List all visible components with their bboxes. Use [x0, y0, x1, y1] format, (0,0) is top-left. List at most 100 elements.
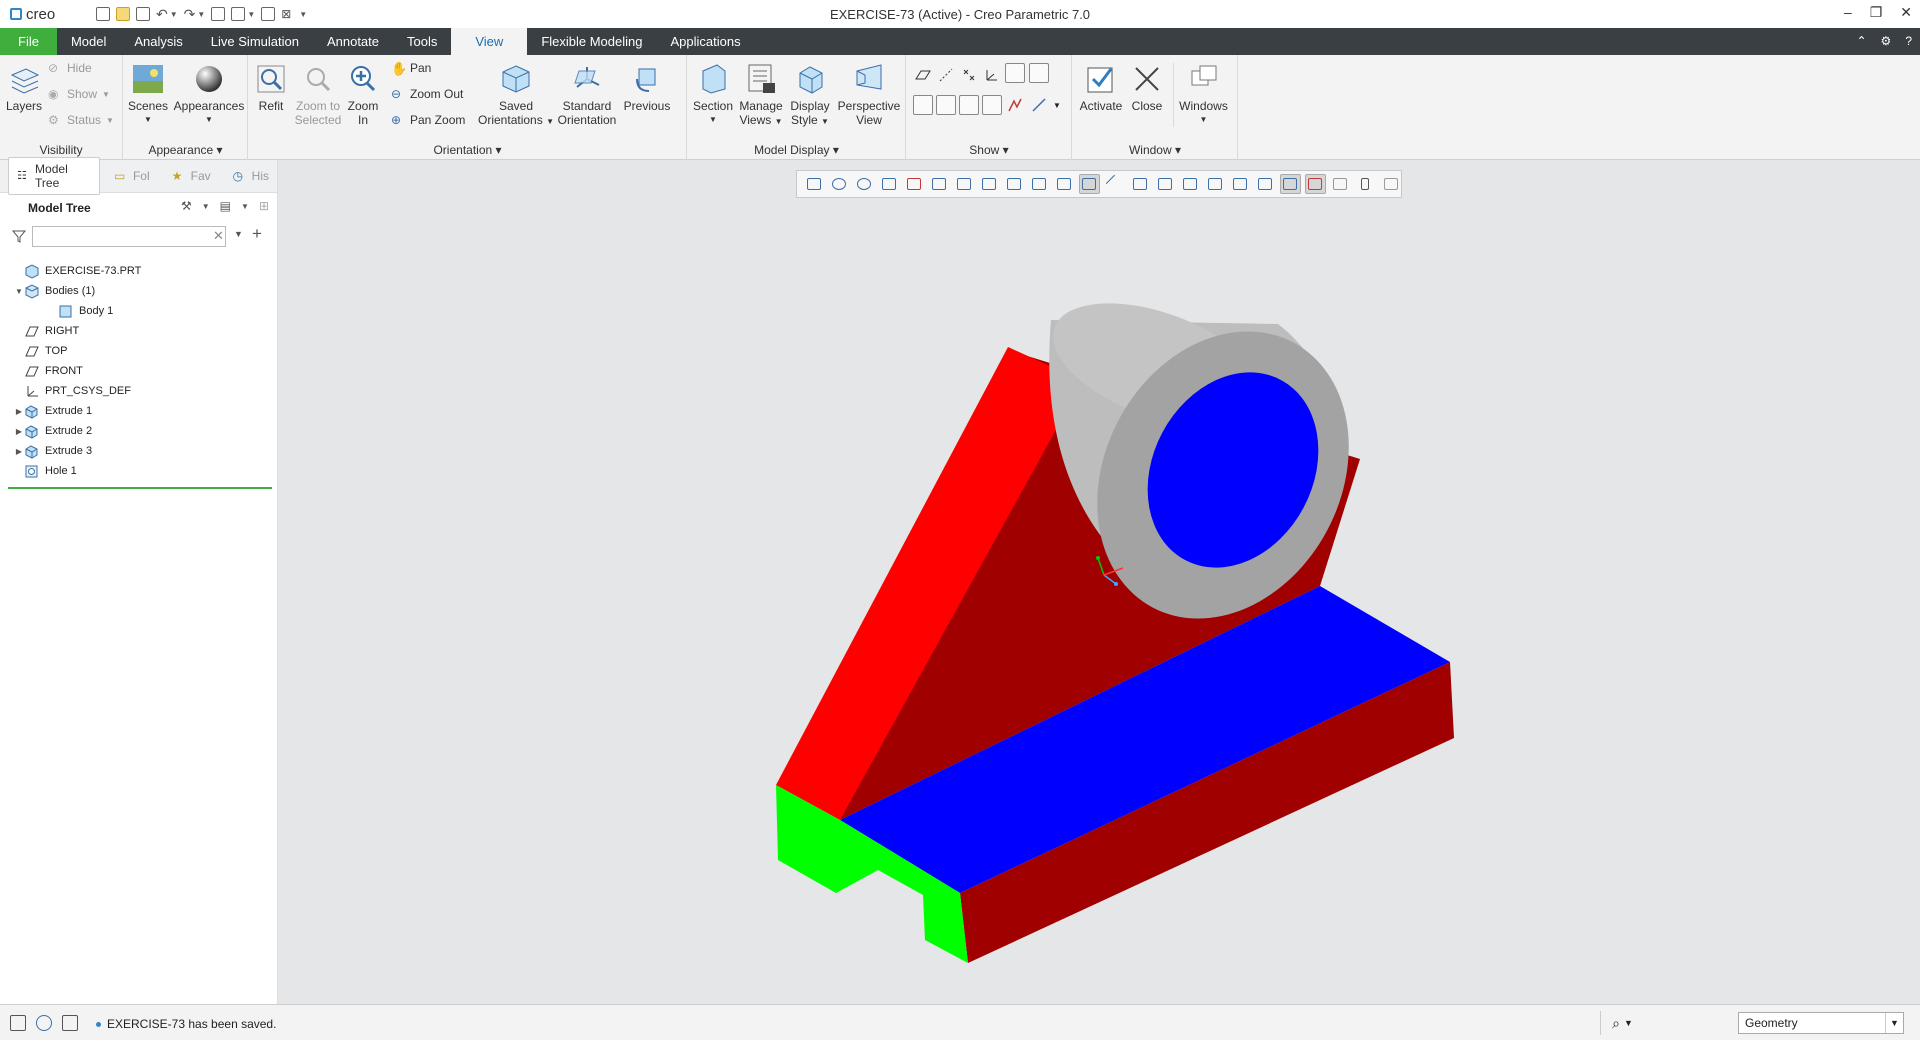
tab-view[interactable]: View [451, 28, 528, 55]
display-style-button[interactable]: Display Style ▼ [786, 63, 834, 129]
clear-search-icon[interactable]: ✕ [213, 228, 224, 244]
toggle-browser-icon[interactable] [36, 1015, 52, 1031]
activate-button[interactable]: Activate [1077, 63, 1125, 113]
regenerate-icon[interactable] [211, 7, 226, 21]
zoom-in-button[interactable]: Zoom In [345, 63, 381, 127]
annotation-display-icon[interactable] [982, 95, 1002, 115]
tree-columns-dropdown-icon[interactable]: ▼ [241, 202, 249, 213]
tree-node[interactable]: ▶ Extrude 3 [0, 441, 277, 461]
3d-part-model[interactable] [278, 160, 1920, 1004]
tree-node[interactable]: ▶ Extrude 2 [0, 421, 277, 441]
toggle-navigator-icon[interactable] [10, 1015, 26, 1031]
tree-filters-icon[interactable]: ⊞ [259, 199, 269, 213]
axis-display-icon[interactable] [936, 65, 956, 85]
manage-views-button[interactable]: Manage Views ▼ [736, 63, 786, 129]
graphics-window[interactable] [278, 160, 1920, 1004]
section-button[interactable]: Section ▼ [692, 63, 734, 127]
windows-icon[interactable] [231, 7, 246, 21]
plane-display-icon[interactable] [913, 65, 933, 85]
save-icon[interactable] [136, 7, 150, 21]
point-tag-display-icon[interactable] [936, 95, 956, 115]
find-button[interactable]: ⌕ ▼ [1600, 1011, 1644, 1035]
tab-tools[interactable]: Tools [393, 28, 451, 55]
tab-favorites[interactable]: ★ Fav [164, 165, 219, 187]
orientation-group-label[interactable]: Orientation ▾ [249, 143, 686, 157]
csys-tag-display-icon[interactable] [959, 95, 979, 115]
pan-button[interactable]: ✋ Pan [391, 61, 431, 76]
csys-display-icon[interactable] [982, 65, 1002, 85]
appearances-button[interactable]: Appearances ▼ [172, 63, 246, 127]
tab-model[interactable]: Model [57, 28, 120, 55]
axis-tag-display-icon[interactable] [1029, 63, 1049, 83]
tree-node[interactable]: EXERCISE-73.PRT [0, 261, 277, 281]
undo-dropdown-icon[interactable]: ▼ [170, 10, 178, 19]
open-folder-icon[interactable] [116, 7, 130, 21]
tree-columns-icon[interactable]: ▤ [220, 199, 231, 213]
tab-model-tree[interactable]: ☷ Model Tree [8, 157, 100, 195]
expand-toggle-icon[interactable]: ▶ [14, 407, 24, 416]
saved-orientations-button[interactable]: Saved Orientations ▼ [477, 63, 555, 129]
tab-annotate[interactable]: Annotate [313, 28, 393, 55]
zoom-to-selected-button[interactable]: Zoom to Selected [291, 63, 345, 127]
point-display-icon[interactable] [959, 65, 979, 85]
full-screen-icon[interactable] [62, 1015, 78, 1031]
perspective-view-button[interactable]: Perspective View [836, 63, 902, 127]
tree-node[interactable]: ▼ Bodies (1) [0, 281, 277, 301]
restore-icon[interactable]: ❐ [1870, 4, 1883, 21]
close-button[interactable]: Close [1127, 63, 1167, 113]
pan-zoom-button[interactable]: ⊕ Pan Zoom [391, 113, 465, 127]
tree-node[interactable]: Hole 1 [0, 461, 277, 481]
settings-gear-icon[interactable]: ⚙ [1881, 34, 1892, 48]
tab-analysis[interactable]: Analysis [120, 28, 196, 55]
model-display-group-label[interactable]: Model Display ▾ [688, 143, 905, 157]
plane-tag-display-icon[interactable] [1005, 63, 1025, 83]
show-more-dropdown-icon[interactable]: ▼ [1053, 101, 1061, 110]
expand-toggle-icon[interactable]: ▶ [14, 447, 24, 456]
3d-notes-display-icon[interactable] [1005, 95, 1025, 115]
status-button[interactable]: ⚙ Status ▼ [48, 113, 114, 127]
show-group-label[interactable]: Show ▾ [907, 143, 1071, 157]
close-icon[interactable]: ✕ [1900, 4, 1912, 21]
search-dropdown-icon[interactable]: ▼ [234, 229, 243, 239]
expand-toggle-icon[interactable]: ▶ [14, 427, 24, 436]
tree-settings-dropdown-icon[interactable]: ▼ [202, 202, 210, 213]
tree-node[interactable]: TOP [0, 341, 277, 361]
tab-flexible-modeling[interactable]: Flexible Modeling [527, 28, 656, 55]
tab-folder-browser[interactable]: ▭ Fol [106, 165, 158, 187]
tab-history[interactable]: ◷ His [225, 165, 277, 187]
tree-search-input[interactable] [32, 226, 226, 247]
minimize-ribbon-icon[interactable]: ⌃ [1856, 34, 1866, 48]
tree-node[interactable]: FRONT [0, 361, 277, 381]
hide-button[interactable]: ⊘ Hide [48, 61, 92, 75]
appearance-group-label[interactable]: Appearance ▾ [124, 143, 247, 157]
close-window-icon[interactable]: ⊠ [281, 7, 291, 21]
spin-center-icon[interactable] [913, 95, 933, 115]
windows-dropdown-icon[interactable]: ▼ [247, 10, 255, 19]
undo-icon[interactable]: ↶ [156, 6, 168, 23]
windows-button[interactable]: Windows ▼ [1173, 63, 1233, 127]
selection-filter-select[interactable]: Geometry ▼ [1738, 1012, 1904, 1034]
layers-button[interactable]: Layers [4, 63, 44, 113]
tree-settings-icon[interactable]: ⚒ [181, 199, 192, 213]
open-window-icon[interactable] [261, 7, 276, 21]
redo-icon[interactable]: ↷ [184, 6, 196, 23]
refit-button[interactable]: Refit [253, 63, 289, 113]
minimize-icon[interactable]: – [1844, 4, 1852, 21]
new-file-icon[interactable] [96, 7, 110, 21]
customize-toolbar-icon[interactable]: ▼ [299, 10, 307, 19]
tree-node[interactable]: PRT_CSYS_DEF [0, 381, 277, 401]
show-button[interactable]: ◉ Show ▼ [48, 87, 110, 101]
filter-funnel-icon[interactable] [11, 229, 27, 246]
add-filter-icon[interactable]: + [252, 224, 262, 244]
tree-node[interactable]: ▶ Extrude 1 [0, 401, 277, 421]
scenes-button[interactable]: Scenes ▼ [126, 63, 170, 127]
window-group-label[interactable]: Window ▾ [1073, 143, 1237, 157]
redo-dropdown-icon[interactable]: ▼ [197, 10, 205, 19]
zoom-out-button[interactable]: ⊖ Zoom Out [391, 87, 463, 101]
standard-orientation-button[interactable]: Standard Orientation [555, 63, 619, 127]
tab-live-simulation[interactable]: Live Simulation [197, 28, 313, 55]
tree-node[interactable]: Body 1 [0, 301, 277, 321]
sketch-display-icon[interactable] [1029, 95, 1049, 115]
insert-here-marker[interactable] [8, 487, 272, 489]
tab-applications[interactable]: Applications [656, 28, 754, 55]
